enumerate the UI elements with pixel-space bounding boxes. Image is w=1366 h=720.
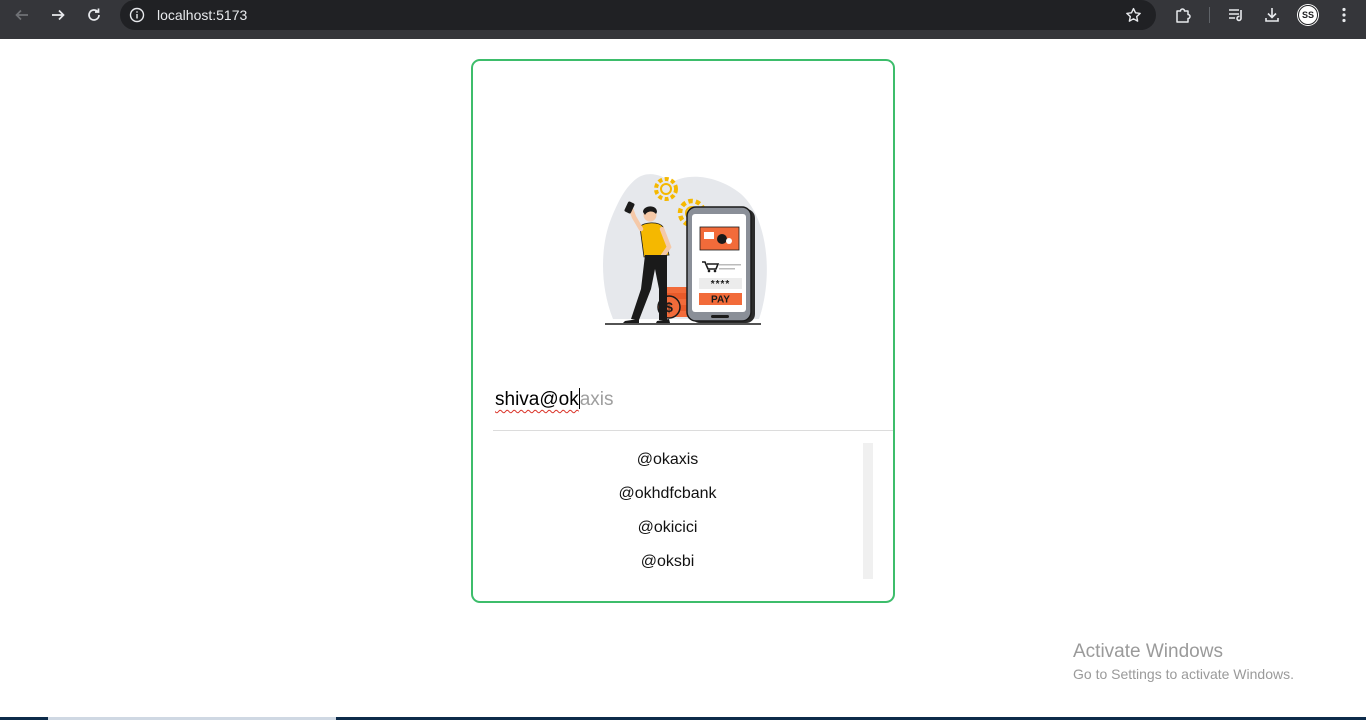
bookmark-button[interactable]: [1124, 6, 1142, 24]
suggestion-item-okicici[interactable]: @okicici: [495, 516, 840, 540]
phone-illustration: **** PAY: [686, 206, 755, 323]
download-icon: [1265, 8, 1279, 22]
suggestion-item-oksbi[interactable]: @oksbi: [495, 550, 840, 574]
info-icon: [129, 7, 145, 23]
watermark-subtitle: Go to Settings to activate Windows.: [1073, 666, 1294, 682]
browser-toolbar: localhost:5173 SS: [0, 0, 1366, 39]
extensions-button[interactable]: [1172, 5, 1194, 25]
input-divider: [493, 430, 893, 431]
star-icon: [1125, 7, 1141, 22]
card-mask-text: ****: [711, 279, 731, 290]
suggestion-scrollbar[interactable]: [863, 443, 873, 579]
upi-suggestion-list[interactable]: @okaxis @okhdfcbank @okicici @oksbi: [495, 443, 885, 581]
suggestion-item-okhdfcbank[interactable]: @okhdfcbank: [495, 482, 840, 506]
media-button[interactable]: [1225, 5, 1247, 25]
suggestion-item-okaxis[interactable]: @okaxis: [495, 448, 840, 472]
upi-typed-text: shiva@ok: [495, 389, 579, 410]
menu-button[interactable]: [1333, 5, 1355, 25]
arrow-right-icon: [52, 9, 65, 21]
pay-label: PAY: [711, 295, 730, 306]
toolbar-divider: [1209, 7, 1210, 23]
address-bar[interactable]: localhost:5173: [120, 0, 1156, 30]
payment-card: $ **** PAY shiva@okaxis @okaxis @okhdfcb…: [471, 59, 895, 603]
site-info-button[interactable]: [128, 6, 146, 24]
reload-icon: [88, 8, 100, 21]
upi-autocomplete-hint: axis: [579, 389, 614, 410]
reload-button[interactable]: [79, 4, 109, 26]
activation-watermark: Activate Windows Go to Settings to activ…: [1073, 641, 1294, 684]
upi-id-input[interactable]: shiva@okaxis: [495, 377, 855, 423]
payment-illustration: $ **** PAY: [603, 174, 767, 325]
arrow-left-icon: [15, 9, 28, 21]
back-button[interactable]: [7, 4, 37, 26]
watermark-title: Activate Windows: [1073, 641, 1223, 662]
profile-avatar[interactable]: SS: [1298, 5, 1318, 25]
downloads-button[interactable]: [1261, 5, 1283, 25]
url-text[interactable]: localhost:5173: [157, 7, 247, 23]
more-vertical-icon: [1342, 7, 1346, 23]
media-queue-icon: [1229, 9, 1242, 22]
puzzle-icon: [1176, 8, 1191, 23]
forward-button[interactable]: [43, 4, 73, 26]
